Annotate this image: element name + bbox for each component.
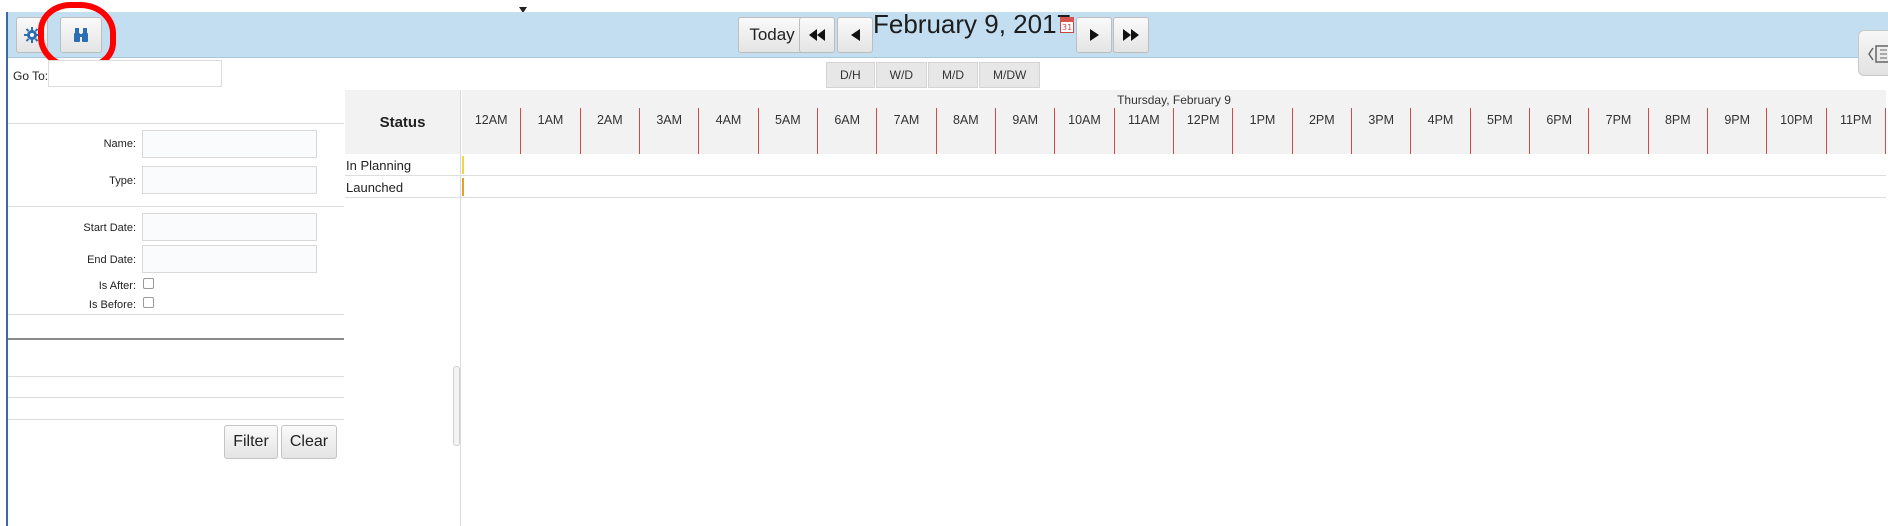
hour-header-cell: 7PM [1589, 108, 1649, 154]
view-week-day-button[interactable]: W/D [875, 62, 927, 88]
hour-header-cell: 8AM [937, 108, 996, 154]
hour-header-cell: 10PM [1767, 108, 1827, 154]
start-date-input[interactable] [142, 213, 317, 241]
is-after-label: Is After: [98, 280, 136, 292]
settings-button[interactable] [16, 17, 48, 53]
today-button[interactable]: Today [738, 17, 806, 53]
hour-header-cell: 5PM [1471, 108, 1530, 154]
row-label: Launched [346, 180, 404, 195]
calendar-icon[interactable]: 31 [1060, 17, 1074, 33]
is-before-label: Is Before: [88, 299, 136, 311]
row-marker [462, 178, 464, 196]
hour-header-cell: 12PM [1174, 108, 1234, 154]
end-date-label: End Date: [87, 254, 136, 266]
panel-divider [8, 206, 344, 207]
hour-header-cell: 2AM [581, 108, 640, 154]
type-input[interactable] [142, 166, 317, 194]
row-marker [462, 156, 464, 174]
clear-button[interactable]: Clear [281, 425, 337, 459]
hour-header-cell: 11PM [1827, 108, 1886, 154]
hour-header-cell: 4PM [1411, 108, 1471, 154]
view-switcher: D/H W/D M/D M/DW [826, 62, 1041, 88]
panel-resize-handle[interactable] [453, 366, 460, 446]
panel-divider [8, 314, 344, 315]
hour-header-cell: 11AM [1115, 108, 1174, 154]
end-date-input[interactable] [142, 245, 317, 273]
view-month-dayweek-button[interactable]: M/DW [979, 62, 1041, 88]
chevron-left-icon [850, 29, 860, 41]
hour-header-cell: 8PM [1649, 108, 1708, 154]
goto-input[interactable] [48, 60, 222, 87]
double-chevron-right-icon [1123, 29, 1139, 41]
hour-header-cell: 7AM [877, 108, 937, 154]
is-after-checkbox[interactable] [143, 278, 154, 289]
previous-fast-button[interactable] [799, 17, 835, 53]
panel-divider [8, 123, 344, 124]
hour-header-cell: 9PM [1708, 108, 1768, 154]
type-label: Type: [109, 175, 136, 187]
current-date-title: February 9, 2017 [873, 9, 1072, 39]
search-button[interactable] [60, 17, 102, 53]
hour-header-cell: 4AM [699, 108, 759, 154]
hour-header-cell: 6AM [818, 108, 878, 154]
chevron-right-icon [1089, 29, 1099, 41]
hour-header-cell: 3AM [640, 108, 700, 154]
panel-divider [8, 376, 344, 377]
hour-header-cell: 9AM [996, 108, 1056, 154]
filter-button[interactable]: Filter [224, 425, 278, 459]
panel-divider [8, 338, 344, 340]
hour-header-cell: 6PM [1530, 108, 1590, 154]
panel-divider [8, 419, 344, 420]
hour-header-cell: 2PM [1293, 108, 1352, 154]
row-label: In Planning [346, 158, 412, 173]
goto-label: Go To: [13, 69, 49, 83]
side-panel-toggle[interactable] [1858, 30, 1888, 76]
gear-icon [24, 27, 40, 43]
day-header: Thursday, February 9 12AM 1AM 2AM 3AM 4AM 5AM… [462, 90, 1886, 154]
start-date-label: Start Date: [83, 222, 136, 234]
panel-divider [8, 397, 344, 398]
is-before-checkbox[interactable] [143, 297, 154, 308]
name-input[interactable] [142, 130, 317, 158]
timeline-row[interactable]: Launched [345, 177, 1886, 198]
view-month-day-button[interactable]: M/D [928, 62, 978, 88]
next-button[interactable] [1076, 17, 1112, 53]
hour-header-cell: 1AM [521, 108, 581, 154]
previous-button[interactable] [837, 17, 873, 53]
day-label: Thursday, February 9 [1117, 93, 1231, 107]
calendar-day-number: 31 [1062, 23, 1073, 32]
binoculars-icon [74, 28, 88, 42]
view-day-hour-button[interactable]: D/H [826, 62, 875, 88]
timeline-row[interactable]: In Planning [345, 155, 1886, 176]
hour-header-cell: 12AM [462, 108, 522, 154]
next-fast-button[interactable] [1113, 17, 1149, 53]
double-chevron-left-icon [809, 29, 825, 41]
hour-header-cell: 3PM [1352, 108, 1412, 154]
hour-header-cell: 10AM [1055, 108, 1115, 154]
hour-header-cell: 5AM [759, 108, 818, 154]
collapse-panel-icon [1868, 45, 1888, 63]
name-label: Name: [103, 138, 136, 150]
hour-header-cell: 1PM [1233, 108, 1293, 154]
status-column-header: Status [345, 90, 460, 154]
